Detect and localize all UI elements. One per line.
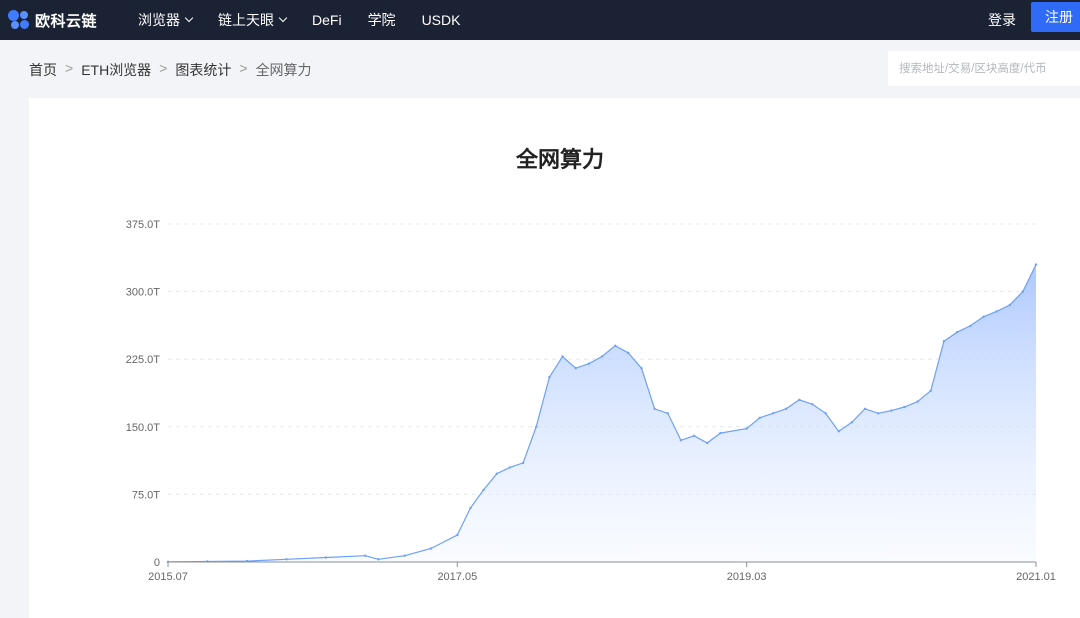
data-point — [666, 412, 669, 415]
data-point — [692, 434, 696, 437]
data-point — [1021, 290, 1024, 293]
x-tick-label: 2017.05 — [437, 571, 477, 583]
data-point — [863, 407, 867, 410]
data-point — [850, 421, 854, 424]
data-point — [758, 416, 761, 419]
data-point — [535, 425, 538, 428]
y-tick-label: 300.0T — [126, 287, 161, 299]
data-point — [995, 310, 998, 313]
data-point — [640, 367, 643, 370]
x-tick-label: 2021.01 — [1016, 571, 1056, 583]
y-tick-label: 225.0T — [126, 354, 161, 366]
data-point — [679, 439, 683, 442]
data-point — [942, 340, 946, 343]
data-point — [587, 362, 590, 365]
data-point — [1008, 303, 1011, 307]
data-point — [1034, 263, 1038, 266]
y-tick-label: 375.0T — [126, 219, 161, 231]
data-point — [824, 412, 827, 415]
x-tick-label: 2019.03 — [727, 571, 767, 583]
data-point — [548, 376, 551, 379]
data-point — [285, 558, 288, 561]
data-point — [877, 412, 880, 415]
data-point — [745, 427, 748, 430]
data-point — [561, 355, 564, 358]
data-point — [469, 506, 472, 510]
data-point — [916, 400, 919, 403]
data-point — [969, 324, 972, 328]
series-area — [168, 264, 1036, 562]
data-point — [771, 412, 775, 415]
data-point — [574, 367, 577, 370]
data-point — [521, 461, 525, 465]
data-point — [614, 344, 617, 347]
data-point — [890, 409, 893, 412]
data-point — [903, 405, 906, 409]
data-point — [508, 466, 512, 469]
data-point — [653, 407, 656, 410]
y-tick-label: 150.0T — [126, 422, 161, 434]
y-tick-label: 0 — [154, 557, 160, 569]
y-tick-label: 75.0T — [132, 489, 160, 501]
data-point — [706, 441, 709, 445]
data-point — [627, 351, 630, 355]
data-point — [482, 488, 485, 492]
data-point — [456, 533, 459, 537]
data-point — [982, 315, 985, 318]
hashrate-chart: 0 75.0T 150.0T 225.0T 300.0T 375.0T 2015.07 201… — [126, 219, 1056, 583]
data-point — [364, 554, 367, 557]
data-point — [784, 407, 788, 410]
data-point — [719, 431, 722, 435]
data-point — [429, 547, 433, 550]
data-point — [324, 556, 327, 559]
data-point — [495, 472, 498, 475]
data-point — [837, 430, 840, 433]
data-point — [811, 403, 814, 406]
data-point — [377, 558, 380, 561]
x-tick-label: 2015.07 — [148, 571, 188, 583]
data-point — [955, 331, 959, 334]
data-point — [600, 355, 604, 358]
data-point — [929, 389, 932, 392]
data-point — [798, 398, 801, 401]
data-point — [403, 554, 406, 557]
